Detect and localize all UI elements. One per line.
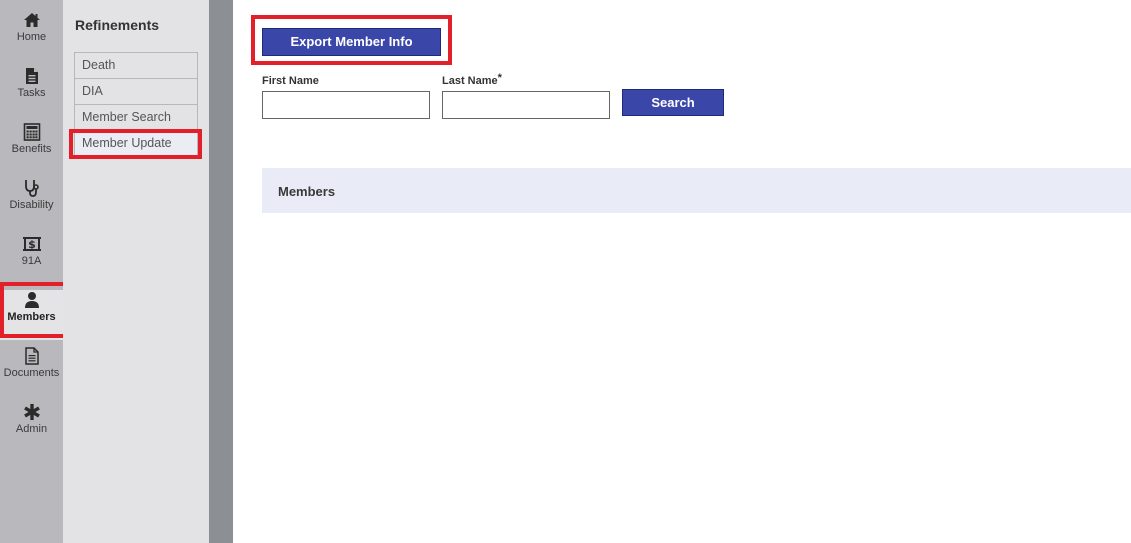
nav-item-members[interactable]: Members	[0, 290, 63, 340]
required-asterisk: *	[497, 72, 502, 84]
nav-item-disability[interactable]: Disability	[0, 178, 63, 228]
refinements-list: Death DIA Member Search Member Update	[74, 52, 198, 158]
svg-text:$: $	[28, 238, 36, 251]
members-section-title: Members	[278, 184, 336, 199]
file-icon	[25, 68, 38, 84]
nav-item-admin[interactable]: Admin	[0, 402, 63, 452]
first-name-label-text: First Name	[262, 75, 319, 87]
asterisk-icon	[23, 404, 40, 420]
user-icon	[24, 292, 39, 308]
nav-label: Admin	[15, 423, 48, 435]
document-icon	[24, 347, 39, 365]
first-name-input[interactable]	[262, 91, 430, 119]
last-name-label-text: Last Name	[442, 75, 498, 87]
search-button[interactable]: Search	[622, 89, 724, 116]
members-section-header: Members	[262, 168, 1131, 213]
nav-label: Benefits	[11, 143, 52, 155]
main-content	[233, 0, 1131, 543]
home-icon	[23, 13, 40, 27]
nav-item-benefits[interactable]: Benefits	[0, 122, 63, 172]
refinement-death[interactable]: Death	[75, 53, 197, 79]
nav-label: 91A	[21, 255, 42, 267]
app: Home Tasks Benefits Disability $ 91A Mem…	[0, 0, 1131, 543]
refinement-member-update[interactable]: Member Update	[75, 131, 197, 157]
nav-item-documents[interactable]: Documents	[0, 346, 63, 396]
nav-label: Home	[16, 31, 47, 43]
refinement-dia[interactable]: DIA	[75, 79, 197, 105]
nav-label: Documents	[3, 367, 60, 379]
stethoscope-icon	[24, 180, 39, 197]
nav-label: Disability	[9, 199, 54, 211]
money-icon: $	[22, 237, 41, 251]
refinements-panel: Refinements Death DIA Member Search Memb…	[63, 0, 209, 543]
last-name-input[interactable]	[442, 91, 610, 119]
calculator-icon	[23, 123, 40, 141]
refinement-member-search[interactable]: Member Search	[75, 105, 197, 131]
export-member-info-button[interactable]: Export Member Info	[262, 28, 441, 56]
icon-nav: Home Tasks Benefits Disability $ 91A Mem…	[0, 0, 63, 543]
nav-item-91a[interactable]: $ 91A	[0, 234, 63, 284]
nav-label: Members	[7, 311, 56, 323]
nav-item-home[interactable]: Home	[0, 10, 63, 60]
nav-item-tasks[interactable]: Tasks	[0, 66, 63, 116]
last-name-label: Last Name*	[442, 72, 502, 87]
nav-label: Tasks	[17, 87, 46, 99]
first-name-label: First Name	[262, 75, 319, 87]
refinements-title: Refinements	[75, 17, 160, 33]
panel-divider	[209, 0, 233, 543]
